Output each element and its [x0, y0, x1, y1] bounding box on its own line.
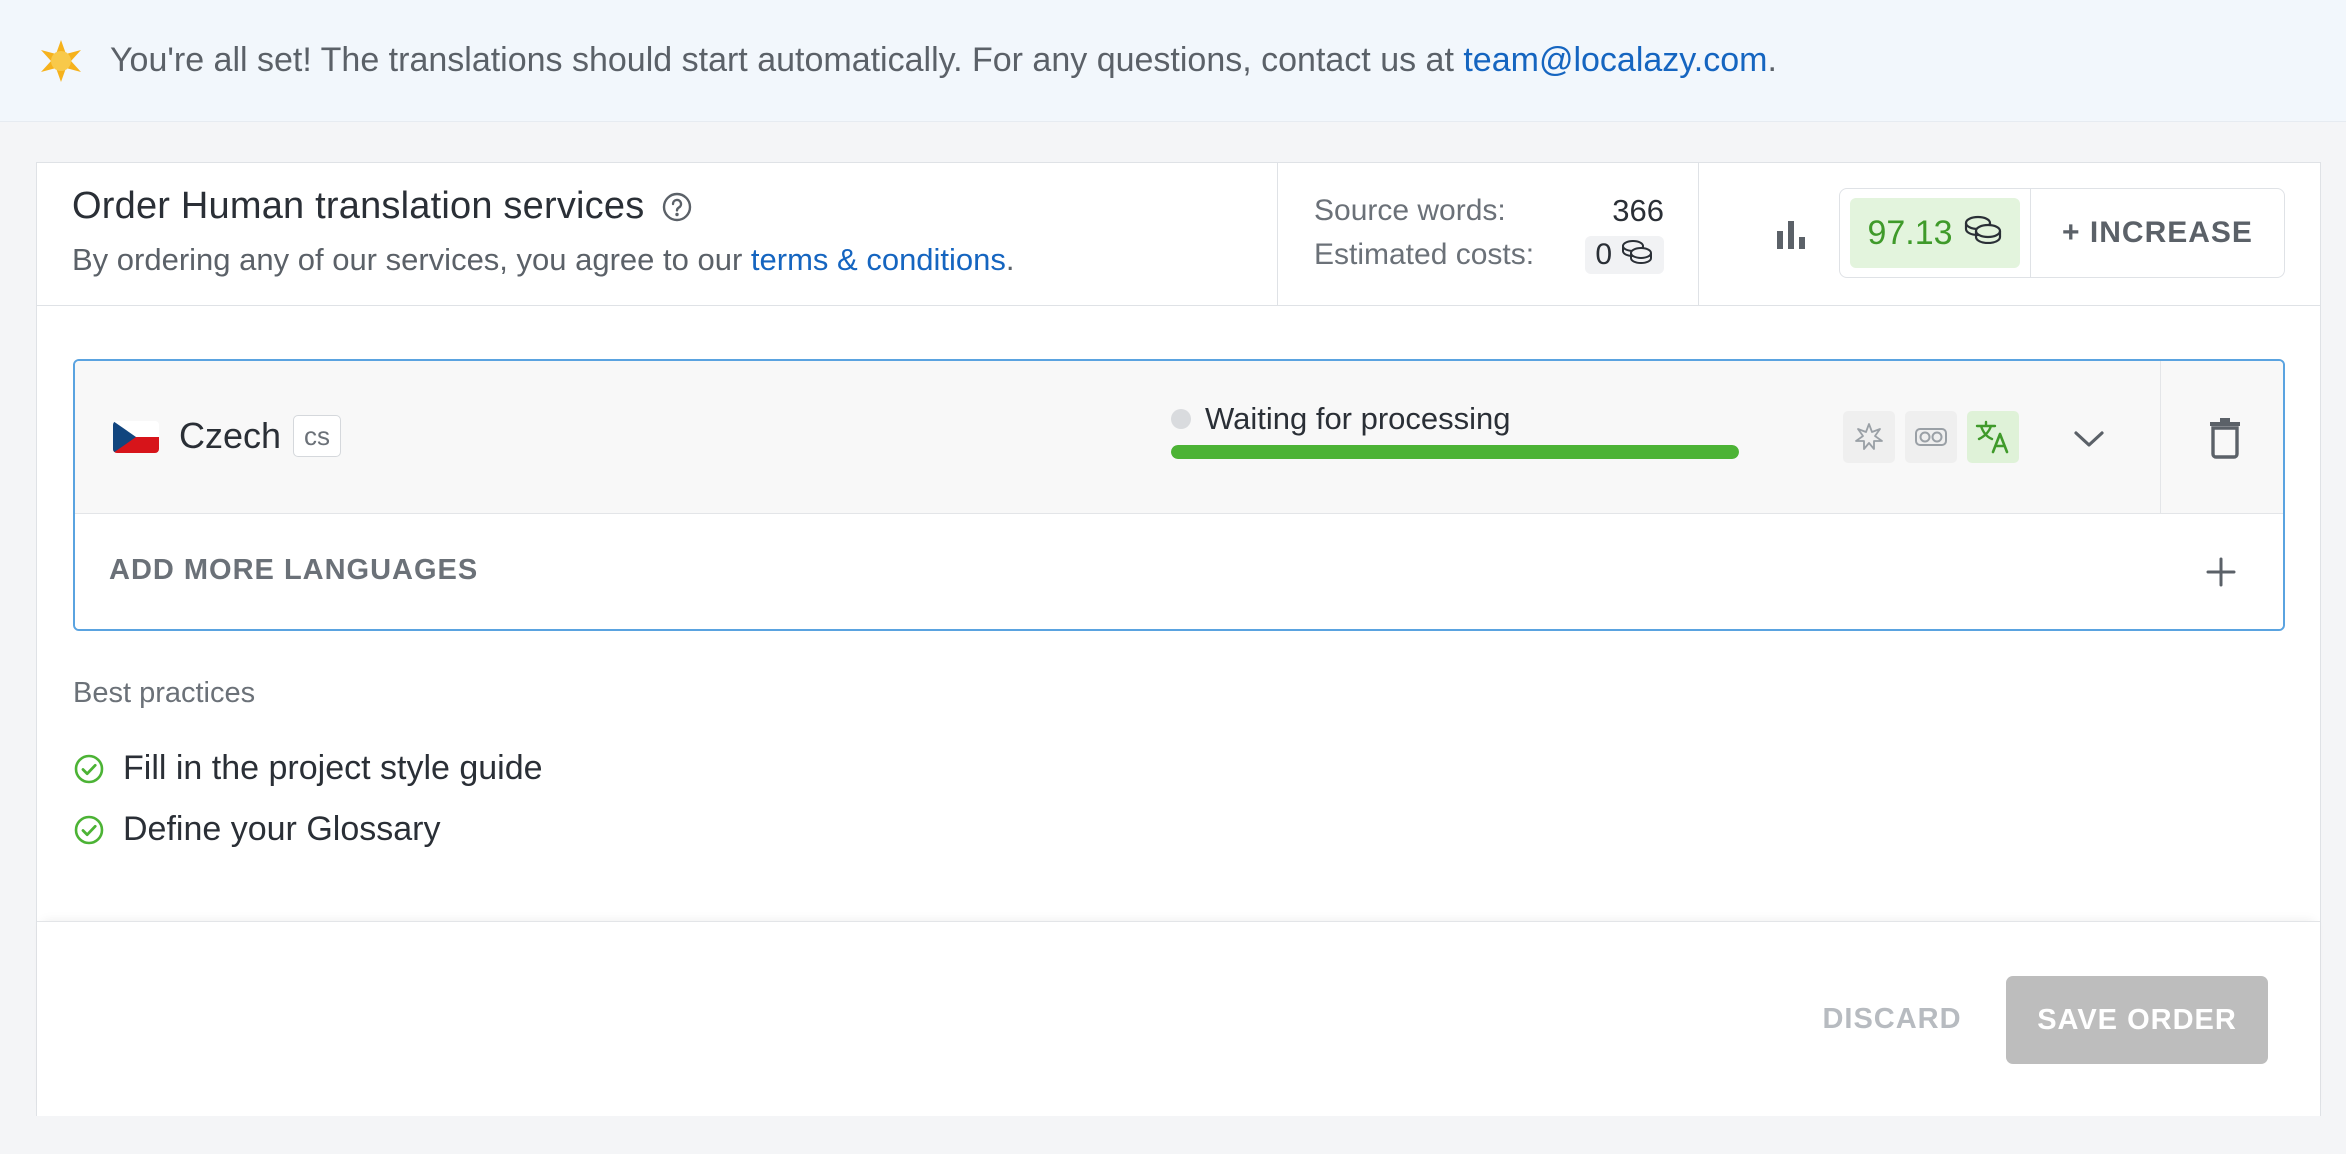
estimated-costs-chip: 0 — [1585, 236, 1664, 274]
header-divider — [1277, 163, 1278, 305]
order-card: Order Human translation services By orde… — [36, 162, 2321, 1116]
languages-panel: Czech cs Waiting for processing ADD MORE… — [73, 359, 2285, 631]
banner-suffix: . — [1767, 41, 1777, 79]
save-order-button[interactable]: SAVE ORDER — [2006, 976, 2268, 1064]
language-status: Waiting for processing — [1171, 401, 1511, 437]
language-name: Czech — [179, 415, 282, 456]
delete-language-icon[interactable] — [2203, 413, 2247, 463]
banner-message: You're all set! The translations should … — [110, 41, 1777, 80]
order-header: Order Human translation services By orde… — [37, 163, 2320, 306]
help-icon[interactable] — [660, 190, 694, 224]
page-title: Order Human translation services — [72, 185, 645, 227]
discard-button[interactable]: DISCARD — [1807, 976, 1977, 1062]
best-practice-item: Define your Glossary — [73, 810, 440, 849]
source-words-label: Source words: — [1314, 194, 1506, 227]
sparkle-icon[interactable] — [1843, 411, 1895, 463]
chevron-down-icon[interactable] — [2067, 417, 2111, 461]
estimated-costs-label: Estimated costs: — [1314, 238, 1535, 271]
support-email-link[interactable]: team@localazy.com — [1463, 41, 1767, 79]
service-options — [1843, 411, 2029, 463]
source-words-value: 366 — [1612, 193, 1664, 228]
check-circle-icon — [73, 814, 105, 846]
czech-flag-icon — [113, 421, 159, 453]
estimated-costs-value: 0 — [1595, 238, 1612, 271]
best-practice-glossary[interactable]: Define your Glossary — [123, 810, 440, 849]
star-icon — [38, 38, 84, 84]
banner-text: You're all set! The translations should … — [110, 41, 1464, 79]
terms-link[interactable]: terms & conditions — [751, 242, 1006, 277]
terms-notice-text: By ordering any of our services, you agr… — [72, 242, 751, 277]
best-practice-item: Fill in the project style guide — [73, 749, 543, 788]
add-more-languages-row[interactable]: ADD MORE LANGUAGES — [75, 514, 2283, 629]
language-row: Czech cs Waiting for processing — [75, 361, 2283, 514]
source-words-row: Source words: 366 — [1314, 189, 1664, 233]
order-footer: DISCARD SAVE ORDER — [37, 921, 2320, 1116]
best-practices-title: Best practices — [73, 677, 256, 709]
glasses-icon[interactable] — [1905, 411, 1957, 463]
bar-chart-icon[interactable] — [1763, 207, 1819, 263]
best-practice-style-guide[interactable]: Fill in the project style guide — [123, 749, 543, 788]
status-dot — [1171, 409, 1191, 429]
notification-banner: You're all set! The translations should … — [0, 0, 2346, 122]
order-stats: Source words: 366 Estimated costs: 0 — [1314, 189, 1664, 277]
header-title-block: Order Human translation services By orde… — [72, 185, 1015, 278]
header-divider — [1698, 163, 1699, 305]
balance-group: 97.13 + INCREASE — [1839, 188, 2285, 278]
status-text: Waiting for processing — [1205, 401, 1511, 436]
language-code-badge: cs — [293, 415, 341, 457]
estimated-costs-row: Estimated costs: 0 — [1314, 233, 1664, 277]
credit-balance-value: 97.13 — [1867, 213, 1953, 252]
credit-balance: 97.13 — [1850, 198, 2020, 268]
terms-notice-suffix: . — [1005, 242, 1015, 277]
coins-icon — [1612, 238, 1654, 272]
plus-icon[interactable] — [2201, 552, 2241, 592]
row-divider — [2160, 361, 2161, 514]
add-more-languages-label: ADD MORE LANGUAGES — [109, 554, 479, 586]
progress-bar-fill — [1171, 445, 1739, 459]
translate-icon[interactable] — [1967, 411, 2019, 463]
check-circle-icon — [73, 753, 105, 785]
coins-icon — [1953, 214, 2003, 253]
progress-bar — [1171, 445, 1739, 459]
increase-credits-button[interactable]: + INCREASE — [2031, 189, 2284, 277]
terms-notice: By ordering any of our services, you agr… — [72, 242, 1015, 278]
